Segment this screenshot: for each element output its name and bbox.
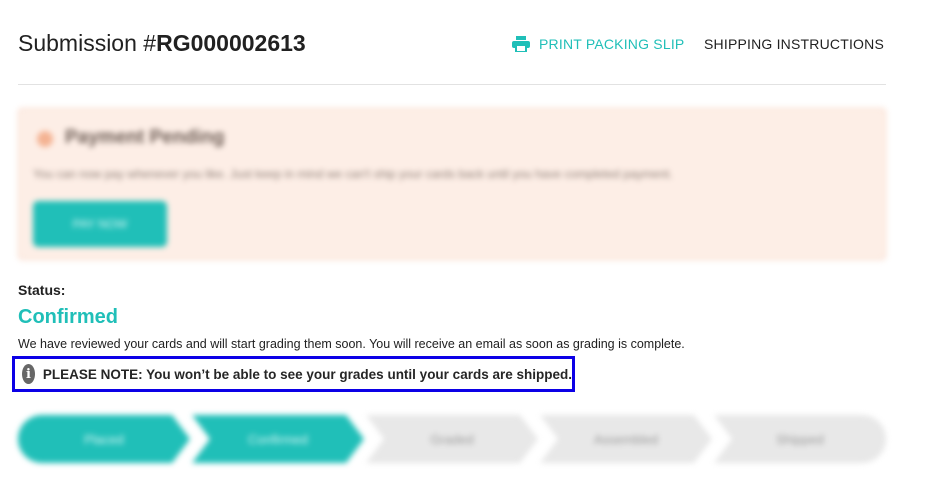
step-shipped: Shipped bbox=[714, 415, 886, 463]
page-header: Submission #RG000002613 PRINT PACKING SL… bbox=[18, 30, 888, 62]
step-graded: Graded bbox=[366, 415, 538, 463]
warning-icon bbox=[37, 131, 53, 147]
header-divider bbox=[18, 84, 886, 85]
payment-pending-banner: Payment Pending You can now pay whenever… bbox=[18, 108, 886, 260]
pay-now-button[interactable]: PAY NOW bbox=[33, 201, 167, 247]
step-confirmed: Confirmed bbox=[192, 415, 364, 463]
step-placed: Placed bbox=[18, 415, 190, 463]
payment-pending-message: You can now pay whenever you like. Just … bbox=[33, 167, 673, 181]
info-icon: i bbox=[22, 364, 35, 384]
status-description: We have reviewed your cards and will sta… bbox=[18, 337, 685, 351]
step-assembled: Assembled bbox=[540, 415, 712, 463]
title-prefix: Submission # bbox=[18, 30, 157, 56]
page-title: Submission #RG000002613 bbox=[18, 30, 306, 57]
status-value: Confirmed bbox=[18, 306, 118, 328]
submission-progress-stepper: Placed Confirmed Graded Assembled Shippe… bbox=[18, 415, 886, 463]
payment-pending-title: Payment Pending bbox=[65, 127, 225, 148]
print-packing-slip-link[interactable]: PRINT PACKING SLIP bbox=[512, 36, 684, 52]
print-packing-slip-label: PRINT PACKING SLIP bbox=[539, 36, 685, 52]
submission-number: RG000002613 bbox=[156, 30, 306, 56]
printer-icon bbox=[512, 36, 530, 52]
shipping-instructions-link[interactable]: SHIPPING INSTRUCTIONS bbox=[704, 36, 884, 52]
status-label: Status: bbox=[18, 282, 66, 298]
grades-note-callout: i PLEASE NOTE: You won’t be able to see … bbox=[12, 356, 575, 392]
grades-note-text: PLEASE NOTE: You won’t be able to see yo… bbox=[42, 366, 572, 382]
